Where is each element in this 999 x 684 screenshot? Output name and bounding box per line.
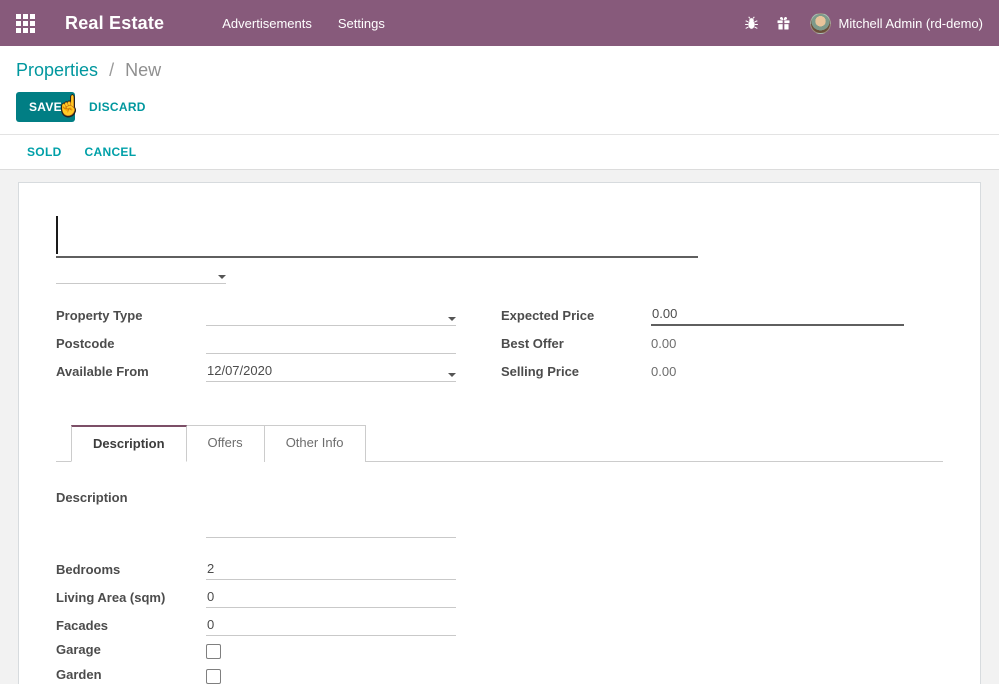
field-living-area: Living Area (sqm) — [56, 586, 456, 608]
bedrooms-input[interactable] — [206, 561, 456, 579]
chevron-down-icon — [218, 275, 226, 279]
description-label: Description — [56, 488, 206, 508]
available-from-input[interactable] — [206, 363, 448, 381]
garden-label: Garden — [56, 667, 206, 684]
field-property-type: Property Type — [56, 304, 456, 326]
main-content: Property Type Postcode Available From — [0, 170, 999, 684]
chevron-down-icon — [448, 317, 456, 321]
garage-checkbox[interactable] — [206, 644, 221, 659]
tab-description[interactable]: Description — [71, 425, 187, 462]
best-offer-value: 0.00 — [651, 336, 676, 354]
breadcrumb-properties[interactable]: Properties — [16, 60, 98, 80]
living-area-input[interactable] — [206, 589, 456, 607]
breadcrumb-current: New — [125, 60, 161, 80]
garage-label: Garage — [56, 642, 206, 660]
description-textarea[interactable] — [206, 488, 456, 538]
living-area-label: Living Area (sqm) — [56, 590, 206, 608]
tags-input[interactable] — [56, 267, 226, 284]
chevron-down-icon — [448, 373, 456, 377]
field-selling-price: Selling Price 0.00 — [501, 360, 904, 382]
menu-settings[interactable]: Settings — [338, 16, 385, 31]
user-menu[interactable]: Mitchell Admin (rd-demo) — [839, 16, 984, 31]
expected-price-label: Expected Price — [501, 308, 651, 326]
bug-icon[interactable] — [744, 15, 759, 31]
sold-button[interactable]: SOLD — [27, 145, 62, 159]
notebook: Description Offers Other Info Descriptio… — [56, 425, 943, 684]
tab-bar: Description Offers Other Info — [56, 425, 943, 462]
property-type-label: Property Type — [56, 308, 206, 326]
field-best-offer: Best Offer 0.00 — [501, 332, 904, 354]
property-name-input[interactable] — [56, 212, 698, 258]
selling-price-value: 0.00 — [651, 364, 676, 382]
form-sheet: Property Type Postcode Available From — [18, 182, 981, 684]
save-button[interactable]: SAVE — [16, 92, 75, 122]
selling-price-label: Selling Price — [501, 364, 651, 382]
form-statusbar: SOLD CANCEL — [0, 135, 999, 170]
text-cursor — [56, 216, 58, 254]
field-bedrooms: Bedrooms — [56, 558, 456, 580]
available-from-datepicker[interactable] — [206, 360, 456, 382]
best-offer-label: Best Offer — [501, 336, 651, 354]
tab-content-description: Description Bedrooms Living Area (sqm) — [56, 462, 943, 684]
facades-label: Facades — [56, 618, 206, 636]
field-expected-price: Expected Price — [501, 304, 904, 326]
breadcrumb-separator: / — [109, 60, 114, 80]
main-menu: Advertisements Settings — [222, 16, 385, 31]
app-title[interactable]: Real Estate — [65, 13, 164, 34]
property-type-select[interactable] — [206, 304, 456, 326]
field-garage: Garage — [56, 642, 456, 660]
field-facades: Facades — [56, 614, 456, 636]
postcode-input[interactable] — [206, 335, 456, 353]
bedrooms-label: Bedrooms — [56, 562, 206, 580]
field-postcode: Postcode — [56, 332, 456, 354]
control-panel: Properties / New SAVE DISCARD ☝ — [0, 46, 999, 135]
property-type-input[interactable] — [206, 307, 448, 325]
user-avatar[interactable] — [810, 13, 831, 34]
menu-advertisements[interactable]: Advertisements — [222, 16, 312, 31]
garden-checkbox[interactable] — [206, 669, 221, 684]
available-from-label: Available From — [56, 364, 206, 382]
apps-menu-icon[interactable] — [16, 14, 35, 33]
field-available-from: Available From — [56, 360, 456, 382]
tab-other-info[interactable]: Other Info — [265, 425, 366, 462]
field-description: Description — [56, 488, 456, 546]
tab-offers[interactable]: Offers — [187, 425, 265, 462]
breadcrumb: Properties / New — [0, 46, 999, 81]
postcode-label: Postcode — [56, 336, 206, 354]
cancel-button[interactable]: CANCEL — [85, 145, 137, 159]
field-garden: Garden — [56, 667, 456, 684]
discard-button[interactable]: DISCARD — [89, 100, 146, 114]
top-navbar: Real Estate Advertisements Settings — [0, 0, 999, 46]
facades-input[interactable] — [206, 617, 456, 635]
gift-icon[interactable] — [776, 16, 791, 31]
expected-price-input[interactable] — [651, 306, 904, 324]
